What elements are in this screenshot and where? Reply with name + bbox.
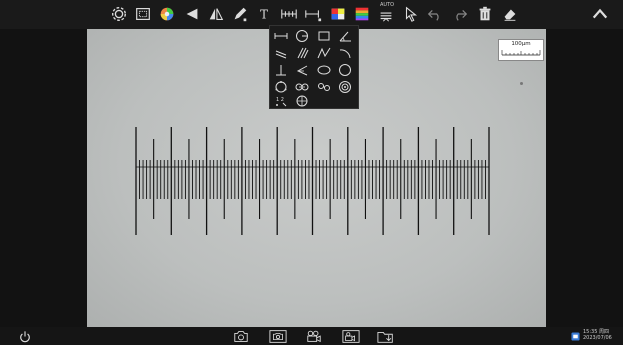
snapshot-icon[interactable]	[232, 328, 250, 344]
right-side-panel	[546, 29, 623, 327]
image-adjust-icon[interactable]	[132, 3, 154, 25]
power-icon[interactable]	[18, 328, 32, 344]
cursor-icon[interactable]	[400, 3, 422, 25]
open-folder-icon[interactable]	[376, 328, 396, 344]
bottom-bar	[0, 327, 623, 345]
color-wheel-icon[interactable]	[156, 3, 178, 25]
rectangle-icon[interactable]	[314, 27, 334, 44]
perpendicular-icon[interactable]	[271, 61, 291, 78]
trash-icon[interactable]	[474, 3, 496, 25]
circle-icon[interactable]	[335, 61, 355, 78]
system-tray-icon[interactable]	[570, 328, 580, 344]
capture-icon[interactable]	[268, 328, 288, 344]
clock-date: 2023/07/06	[583, 335, 612, 341]
circle-distance-icon[interactable]	[314, 78, 334, 95]
flip-icon[interactable]	[205, 3, 227, 25]
redo-icon[interactable]	[449, 3, 471, 25]
scale-bar[interactable]: 100μm	[498, 39, 544, 61]
video-stop-icon[interactable]	[341, 328, 361, 344]
double-parallel-icon[interactable]	[292, 44, 312, 61]
line-length-icon[interactable]	[271, 27, 291, 44]
parallel-lines-icon[interactable]	[271, 44, 291, 61]
concentric-circles-icon[interactable]	[335, 78, 355, 95]
parallel-measure-icon[interactable]	[302, 3, 324, 25]
auto-label: AUTO	[380, 2, 395, 8]
pen-icon[interactable]	[229, 3, 251, 25]
arc-icon[interactable]	[335, 44, 355, 61]
text-icon[interactable]: T	[253, 3, 275, 25]
horizontal-measure-icon[interactable]	[278, 3, 300, 25]
svg-text:1 2: 1 2	[276, 97, 284, 103]
record-video-icon[interactable]	[305, 328, 323, 344]
settings-icon[interactable]	[108, 3, 130, 25]
ellipse-icon[interactable]	[314, 61, 334, 78]
three-point-angle-icon[interactable]	[292, 61, 312, 78]
point-count-icon[interactable]: 1 2	[271, 92, 291, 109]
measure-tools-popup: 1 2	[269, 25, 359, 109]
polyline-icon[interactable]	[314, 44, 334, 61]
system-clock: 15:35 周四 2023/07/06	[583, 329, 612, 341]
angle-icon[interactable]	[335, 27, 355, 44]
color-bar-icon[interactable]	[351, 3, 373, 25]
crosshair-circle-icon[interactable]	[292, 92, 312, 109]
collapse-chevron-icon[interactable]	[589, 3, 611, 25]
svg-text:T: T	[260, 8, 268, 22]
circle-center-icon[interactable]	[292, 27, 312, 44]
color-palette-icon[interactable]	[327, 3, 349, 25]
flag-left-icon[interactable]	[181, 3, 203, 25]
eraser-icon[interactable]	[499, 3, 521, 25]
left-side-panel	[0, 29, 87, 327]
undo-icon[interactable]	[424, 3, 446, 25]
